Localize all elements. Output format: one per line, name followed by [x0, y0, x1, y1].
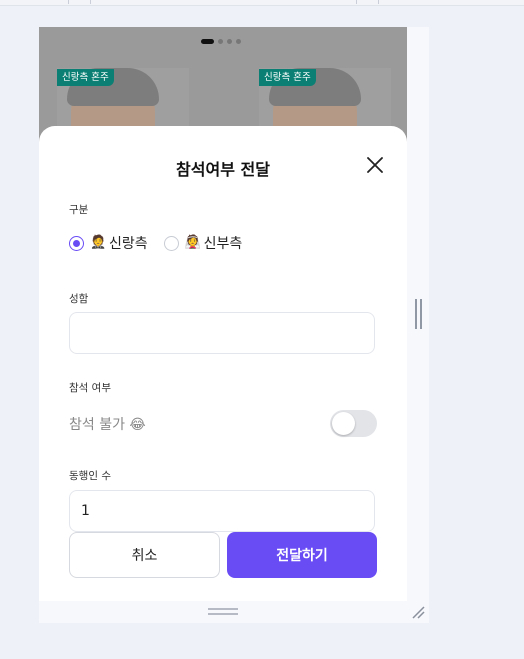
- attendance-toggle[interactable]: [330, 410, 377, 437]
- carousel-dot[interactable]: [227, 39, 232, 44]
- carousel-dot[interactable]: [236, 39, 241, 44]
- device-frame: 신랑측 혼주 신랑측 혼주 참석여부 전달 구분 🤵 신랑측 👰 신부측 성함 …: [39, 27, 429, 623]
- groom-icon: 🤵: [90, 235, 107, 250]
- radio-option-bride[interactable]: 👰 신부측: [163, 233, 243, 253]
- radio-button-bride[interactable]: [163, 235, 179, 251]
- carousel-pagination: [201, 39, 241, 44]
- radio-label-bride: 신부측: [203, 236, 243, 252]
- attendance-label: 참석 여부: [69, 382, 111, 394]
- radio-label-groom: 신랑측: [109, 236, 148, 252]
- name-label: 성함: [69, 293, 89, 305]
- cancel-button[interactable]: 취소: [69, 532, 220, 578]
- attendance-status: 참석 불가 😂: [69, 417, 146, 433]
- radio-option-groom[interactable]: 🤵 신랑측: [69, 233, 148, 253]
- name-input[interactable]: [69, 312, 375, 354]
- attendance-row: 참석 불가 😂: [69, 409, 377, 439]
- submit-button[interactable]: 전달하기: [227, 532, 377, 578]
- bride-icon: 👰: [184, 235, 201, 250]
- toggle-knob: [332, 412, 355, 435]
- radio-button-groom[interactable]: [69, 235, 84, 251]
- modal-title: 참석여부 전달: [176, 160, 270, 179]
- resize-handle-icon[interactable]: [411, 605, 425, 619]
- carousel-dot-active[interactable]: [201, 39, 214, 44]
- role-tag: 신랑측 혼주: [259, 69, 316, 86]
- side-radio-group: 🤵 신랑측 👰 신부측: [69, 233, 258, 253]
- carousel-dot[interactable]: [218, 39, 223, 44]
- role-tag: 신랑측 혼주: [57, 69, 114, 86]
- browser-top-strip: [0, 0, 524, 6]
- side-label: 구분: [69, 204, 89, 216]
- rsvp-modal: 참석여부 전달 구분 🤵 신랑측 👰 신부측 성함 참석 여부 참석 불가 😂: [39, 126, 407, 601]
- scrollbar[interactable]: [415, 299, 422, 329]
- companions-label: 동행인 수: [69, 470, 111, 482]
- companions-input[interactable]: 1: [69, 490, 375, 532]
- drag-handle[interactable]: [208, 608, 238, 616]
- close-icon[interactable]: [365, 155, 385, 175]
